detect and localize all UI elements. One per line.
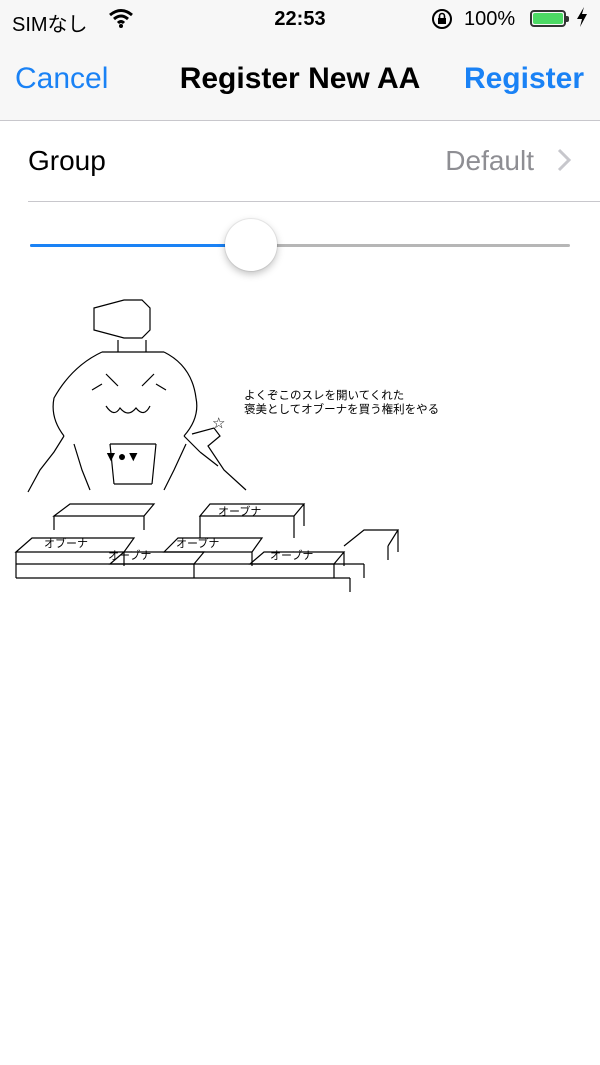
- group-row[interactable]: Group Default: [0, 121, 600, 201]
- status-bar: SIMなし 22:53 100%: [0, 0, 600, 40]
- aa-star: ☆: [212, 415, 226, 432]
- aa-box-label-2: オブーナ: [44, 538, 88, 550]
- register-button[interactable]: Register: [464, 62, 584, 96]
- aa-caption-line1: よくぞこのスレを開いてくれた: [244, 390, 405, 402]
- battery-percent: 100%: [464, 8, 516, 30]
- slider-track-fill: [30, 244, 251, 247]
- charging-bolt-icon: [576, 6, 588, 34]
- battery-icon: [530, 10, 569, 27]
- slider-thumb[interactable]: [225, 219, 277, 271]
- aa-box-label-1: オーブナ: [218, 506, 262, 518]
- navigation-bar: Cancel Register New AA Register: [0, 40, 600, 121]
- chevron-right-icon: [556, 145, 572, 182]
- aa-tie: ▼●▼: [104, 448, 141, 464]
- group-label: Group: [28, 145, 106, 176]
- group-value: Default: [445, 145, 534, 176]
- aa-caption-line2: 褒美としてオブーナを買う権利をやる: [244, 404, 440, 416]
- divider: [28, 201, 600, 202]
- rotation-lock-icon: [430, 7, 454, 37]
- aa-box-label-3: オーブナ: [176, 538, 220, 550]
- aa-box-label-4: オーブナ: [108, 550, 152, 562]
- aa-box-label-5: オーブナ: [270, 550, 314, 562]
- size-slider[interactable]: [30, 216, 570, 276]
- aa-caption: よくぞこのスレを開いてくれた 褒美としてオブーナを買う権利をやる: [244, 389, 439, 417]
